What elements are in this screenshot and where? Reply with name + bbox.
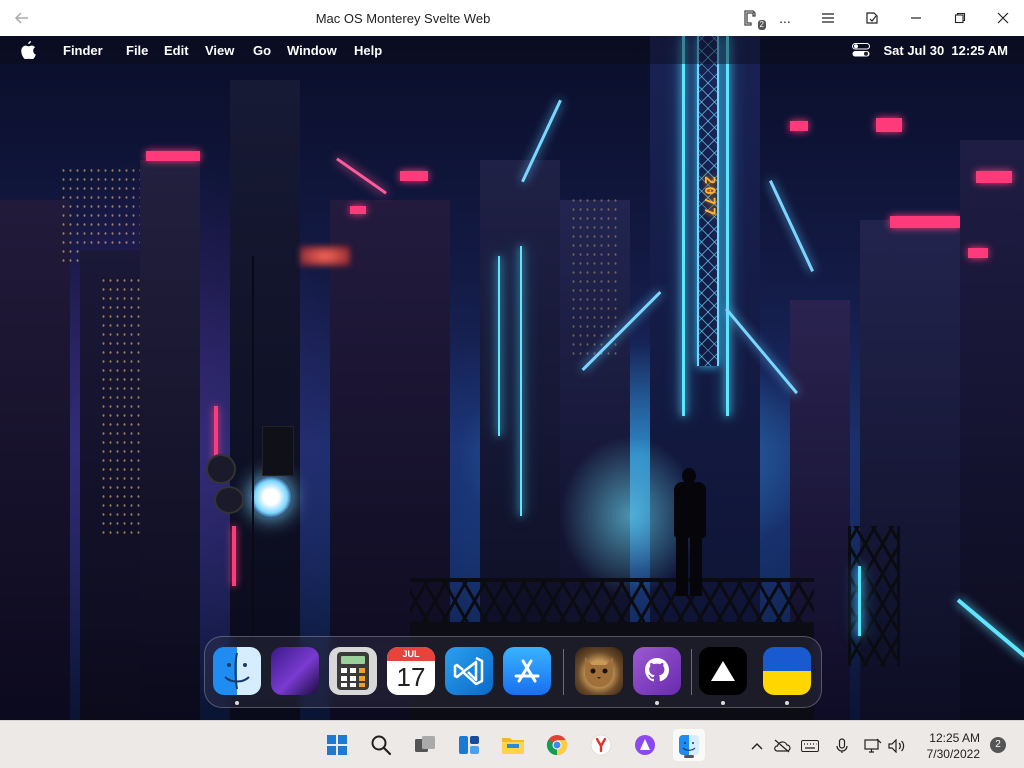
feedback-icon[interactable]	[859, 6, 885, 30]
search-icon[interactable]	[365, 729, 397, 761]
keyboard-icon[interactable]	[801, 737, 819, 755]
running-indicator	[655, 701, 659, 705]
maximize-button[interactable]	[947, 6, 973, 30]
dock-separator	[691, 649, 692, 695]
running-indicator	[785, 701, 789, 705]
cloud-offline-icon[interactable]	[773, 737, 791, 755]
apple-logo-icon[interactable]	[20, 41, 36, 60]
control-center-icon[interactable]	[852, 43, 870, 57]
menu-file[interactable]: File	[126, 43, 148, 58]
macos-menubar: Finder File Edit View Go Window Help Sat…	[0, 36, 1024, 64]
finder-app-taskbar-icon[interactable]	[673, 729, 705, 761]
dock-vscode-icon[interactable]	[445, 647, 493, 695]
menu-icon[interactable]	[815, 6, 841, 30]
dock-vercel-icon[interactable]	[699, 647, 747, 695]
system-clock[interactable]: 12:25 AM 7/30/2022	[927, 730, 980, 762]
dock-appstore-icon[interactable]	[503, 647, 551, 695]
tower-sign-text: 2077	[701, 176, 717, 218]
silhouette-figure	[670, 468, 710, 596]
windows-taskbar: 12:25 AM 7/30/2022 2	[0, 720, 1024, 768]
active-app-indicator	[684, 755, 694, 758]
clock-time: 12:25 AM	[929, 731, 980, 745]
chrome-icon[interactable]	[541, 729, 573, 761]
network-icon[interactable]	[864, 737, 882, 755]
microphone-icon[interactable]	[833, 737, 851, 755]
volume-icon[interactable]	[888, 737, 906, 755]
file-explorer-icon[interactable]	[497, 729, 529, 761]
notification-badge[interactable]: 2	[990, 737, 1006, 753]
app-titlebar: Mac OS Monterey Svelte Web 2 ...	[0, 0, 1024, 36]
desktop[interactable]: 2077 Finder File Edit View Go Window Hel…	[0, 36, 1024, 720]
start-button-icon[interactable]	[321, 729, 353, 761]
menu-app-finder[interactable]: Finder	[63, 43, 103, 58]
dock-github-icon[interactable]	[633, 647, 681, 695]
chevron-up-icon[interactable]	[748, 737, 766, 755]
wallpaper-image: 2077	[0, 36, 1024, 720]
alice-assistant-icon[interactable]	[629, 729, 661, 761]
dock-calendar-icon[interactable]: JUL 17	[387, 647, 435, 695]
clock-date: 7/30/2022	[926, 747, 980, 761]
menu-go[interactable]: Go	[253, 43, 271, 58]
dock-separator	[563, 649, 564, 695]
dock-calculator-icon[interactable]	[329, 647, 377, 695]
dock-cat-photo-icon[interactable]	[575, 647, 623, 695]
running-indicator	[235, 701, 239, 705]
menu-edit[interactable]: Edit	[164, 43, 189, 58]
calendar-day: 17	[396, 662, 426, 692]
close-button[interactable]	[990, 6, 1016, 30]
menu-view[interactable]: View	[205, 43, 234, 58]
extensions-badge: 2	[757, 20, 766, 30]
menu-window[interactable]: Window	[287, 43, 337, 58]
dock: JUL 17	[204, 636, 822, 708]
menu-help[interactable]: Help	[354, 43, 382, 58]
window-title: Mac OS Monterey Svelte Web	[315, 11, 491, 26]
widgets-icon[interactable]	[453, 729, 485, 761]
minimize-button[interactable]	[903, 6, 929, 30]
yandex-browser-icon[interactable]	[585, 729, 617, 761]
extensions-icon[interactable]: 2	[738, 6, 766, 30]
calendar-month: JUL	[387, 647, 435, 661]
running-indicator	[721, 701, 725, 705]
dock-finder-icon[interactable]	[213, 647, 261, 695]
dock-wallpaper-icon[interactable]	[271, 647, 319, 695]
task-view-icon[interactable]	[409, 729, 441, 761]
menubar-datetime[interactable]: Sat Jul 30 12:25 AM	[883, 43, 1008, 58]
more-options-button[interactable]: ...	[772, 6, 798, 30]
dock-ukraine-flag-icon[interactable]	[763, 647, 811, 695]
